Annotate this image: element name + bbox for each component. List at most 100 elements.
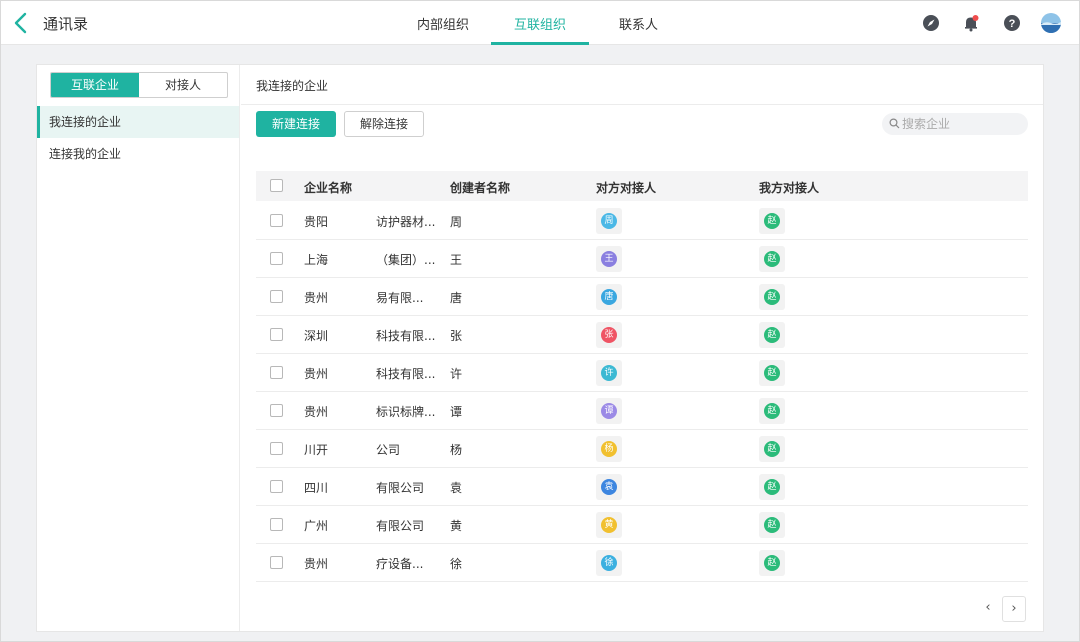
tab-internal-org[interactable]: 内部组织 <box>417 14 469 33</box>
row-checkbox[interactable] <box>270 366 283 379</box>
table-row[interactable]: 广州 有限公司 黄 黄 赵 <box>256 506 1028 544</box>
my-contact-avatar: 赵 <box>759 436 785 462</box>
compass-icon[interactable] <box>921 13 941 33</box>
my-contact-badge: 赵 <box>764 441 780 457</box>
their-contact-badge: 徐 <box>601 555 617 571</box>
pager-next-button[interactable]: › <box>1002 596 1026 622</box>
their-contact-avatar: 杨 <box>596 436 622 462</box>
row-checkbox[interactable] <box>270 290 283 303</box>
company-prefix: 川开 <box>304 443 329 457</box>
svg-text:?: ? <box>1009 18 1016 30</box>
main-heading: 我连接的企业 <box>256 79 329 93</box>
select-all-checkbox[interactable] <box>270 179 283 192</box>
company-name: 易有限... <box>376 291 424 305</box>
my-contact-badge: 赵 <box>764 403 780 419</box>
company-prefix: 上海 <box>304 253 329 267</box>
sidebar-item-connected-to-me[interactable]: 连接我的企业 <box>37 138 239 170</box>
search-input[interactable]: 搜索企业 <box>882 113 1028 135</box>
table-row[interactable]: 贵州 疗设备... 徐 徐 赵 <box>256 544 1028 582</box>
remove-connection-button[interactable]: 解除连接 <box>344 111 424 137</box>
table-row[interactable]: 上海 （集团）... 王 王 赵 <box>256 240 1028 278</box>
creator-name: 袁 <box>450 481 463 495</box>
their-contact-badge: 王 <box>601 251 617 267</box>
column-header-company: 企业名称 <box>304 181 353 195</box>
their-contact-avatar: 张 <box>596 322 622 348</box>
active-tab-indicator <box>491 42 589 45</box>
their-contact-badge: 唐 <box>601 289 617 305</box>
creator-name: 张 <box>450 329 463 343</box>
company-name: 有限公司 <box>376 519 425 533</box>
company-name: 科技有限... <box>376 329 436 343</box>
row-checkbox[interactable] <box>270 404 283 417</box>
row-checkbox[interactable] <box>270 252 283 265</box>
row-checkbox[interactable] <box>270 214 283 227</box>
sidebar-item-my-connections[interactable]: 我连接的企业 <box>37 106 239 138</box>
divider <box>241 104 1043 105</box>
table-row[interactable]: 贵州 科技有限... 许 许 赵 <box>256 354 1028 392</box>
company-prefix: 贵阳 <box>304 215 329 229</box>
my-contact-badge: 赵 <box>764 479 780 495</box>
my-contact-badge: 赵 <box>764 213 780 229</box>
creator-name: 谭 <box>450 405 463 419</box>
company-prefix: 四川 <box>304 481 329 495</box>
my-contact-badge: 赵 <box>764 327 780 343</box>
my-contact-avatar: 赵 <box>759 284 785 310</box>
company-name: 有限公司 <box>376 481 425 495</box>
pager-prev-button[interactable]: ‹ <box>976 596 1000 622</box>
tab-interconnected-org[interactable]: 互联组织 <box>514 14 566 33</box>
tab-contacts[interactable]: 联系人 <box>619 14 658 33</box>
creator-name: 许 <box>450 367 463 381</box>
row-checkbox[interactable] <box>270 556 283 569</box>
creator-name: 杨 <box>450 443 463 457</box>
table-row[interactable]: 四川 有限公司 袁 袁 赵 <box>256 468 1028 506</box>
table-row[interactable]: 川开 公司 杨 杨 赵 <box>256 430 1028 468</box>
their-contact-badge: 许 <box>601 365 617 381</box>
row-checkbox[interactable] <box>270 518 283 531</box>
my-contact-avatar: 赵 <box>759 398 785 424</box>
table-row[interactable]: 深圳 科技有限... 张 张 赵 <box>256 316 1028 354</box>
their-contact-badge: 袁 <box>601 479 617 495</box>
my-contact-badge: 赵 <box>764 365 780 381</box>
sidebar: 互联企业 对接人 我连接的企业 连接我的企业 <box>37 65 240 631</box>
top-bar: 通讯录 内部组织 互联组织 联系人 ? <box>1 1 1079 45</box>
their-contact-avatar: 袁 <box>596 474 622 500</box>
their-contact-avatar: 许 <box>596 360 622 386</box>
my-contact-badge: 赵 <box>764 517 780 533</box>
my-contact-avatar: 赵 <box>759 322 785 348</box>
new-connection-button[interactable]: 新建连接 <box>256 111 336 137</box>
company-name: 访护器材... <box>376 215 436 229</box>
app-window: 通讯录 内部组织 互联组织 联系人 ? 互联企业 对接人 我连接的企业 连接我的… <box>0 0 1080 642</box>
table-row[interactable]: 贵州 易有限... 唐 唐 赵 <box>256 278 1028 316</box>
my-contact-badge: 赵 <box>764 251 780 267</box>
company-name: 公司 <box>376 443 401 457</box>
column-header-their-contact: 对方对接人 <box>596 181 657 195</box>
their-contact-badge: 杨 <box>601 441 617 457</box>
company-prefix: 贵州 <box>304 291 329 305</box>
their-contact-avatar: 唐 <box>596 284 622 310</box>
their-contact-badge: 周 <box>601 213 617 229</box>
company-prefix: 贵州 <box>304 557 329 571</box>
row-checkbox[interactable] <box>270 442 283 455</box>
column-header-creator: 创建者名称 <box>450 181 511 195</box>
help-icon[interactable]: ? <box>1002 13 1022 33</box>
company-prefix: 广州 <box>304 519 329 533</box>
back-arrow-icon[interactable] <box>11 11 33 35</box>
row-checkbox[interactable] <box>270 480 283 493</box>
avatar[interactable] <box>1041 13 1061 33</box>
their-contact-avatar: 黄 <box>596 512 622 538</box>
company-prefix: 贵州 <box>304 367 329 381</box>
search-placeholder: 搜索企业 <box>902 117 951 131</box>
their-contact-badge: 谭 <box>601 403 617 419</box>
their-contact-badge: 张 <box>601 327 617 343</box>
creator-name: 王 <box>450 253 463 267</box>
my-contact-badge: 赵 <box>764 555 780 571</box>
segment-interconnected-companies[interactable]: 互联企业 <box>51 73 139 97</box>
sidebar-segment-control: 互联企业 对接人 <box>50 72 228 98</box>
table-row[interactable]: 贵州 标识标牌... 谭 谭 赵 <box>256 392 1028 430</box>
bell-icon[interactable] <box>961 13 981 33</box>
segment-contacts[interactable]: 对接人 <box>139 73 227 97</box>
their-contact-avatar: 谭 <box>596 398 622 424</box>
company-name: 疗设备... <box>376 557 424 571</box>
table-row[interactable]: 贵阳 访护器材... 周 周 赵 <box>256 202 1028 240</box>
row-checkbox[interactable] <box>270 328 283 341</box>
